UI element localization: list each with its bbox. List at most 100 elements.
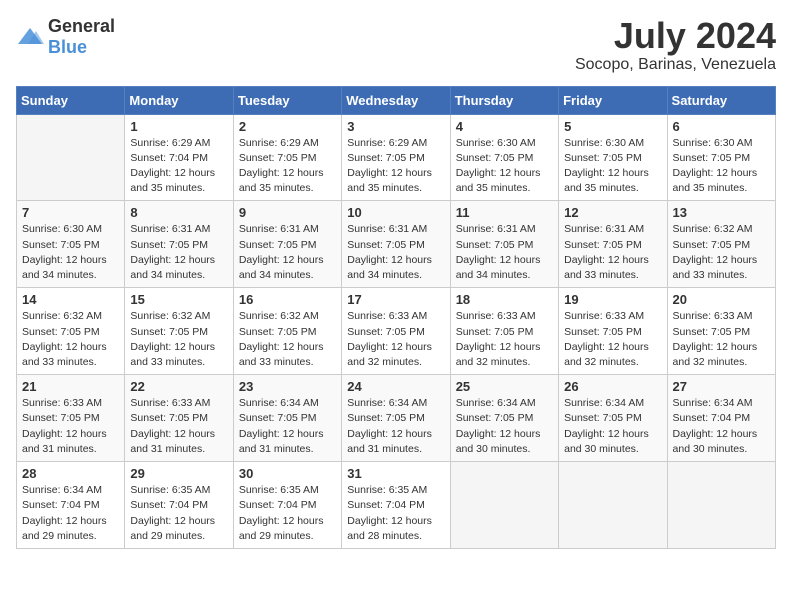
day-info: Sunrise: 6:34 AM Sunset: 7:05 PM Dayligh… (564, 396, 661, 457)
day-info: Sunrise: 6:31 AM Sunset: 7:05 PM Dayligh… (239, 222, 336, 283)
calendar-cell: 2 Sunrise: 6:29 AM Sunset: 7:05 PM Daylig… (233, 114, 341, 201)
day-info: Sunrise: 6:31 AM Sunset: 7:05 PM Dayligh… (564, 222, 661, 283)
calendar-cell (559, 462, 667, 549)
calendar-cell: 7 Sunrise: 6:30 AM Sunset: 7:05 PM Daylig… (17, 201, 125, 288)
calendar-cell: 16Sunrise: 6:32 AM Sunset: 7:05 PM Dayli… (233, 288, 341, 375)
day-info: Sunrise: 6:32 AM Sunset: 7:05 PM Dayligh… (673, 222, 770, 283)
calendar-week-row: 7 Sunrise: 6:30 AM Sunset: 7:05 PM Daylig… (17, 201, 776, 288)
day-info: Sunrise: 6:32 AM Sunset: 7:05 PM Dayligh… (239, 309, 336, 370)
day-number: 12 (564, 205, 661, 220)
month-year: July 2024 (575, 16, 776, 56)
calendar-cell: 15 Sunrise: 6:32 AM Sunset: 7:05 PM Dayli… (125, 288, 233, 375)
day-info: Sunrise: 6:33 AM Sunset: 7:05 PM Dayligh… (673, 309, 770, 370)
calendar-cell: 21 Sunrise: 6:33 AM Sunset: 7:05 PM Dayli… (17, 375, 125, 462)
calendar-week-row: 21 Sunrise: 6:33 AM Sunset: 7:05 PM Dayli… (17, 375, 776, 462)
calendar-cell: 3 Sunrise: 6:29 AM Sunset: 7:05 PM Daylig… (342, 114, 450, 201)
day-number: 13 (673, 205, 770, 220)
day-number: 6 (673, 119, 770, 134)
day-info: Sunrise: 6:32 AM Sunset: 7:05 PM Dayligh… (22, 309, 119, 370)
day-info: Sunrise: 6:31 AM Sunset: 7:05 PM Dayligh… (456, 222, 553, 283)
day-info: Sunrise: 6:35 AM Sunset: 7:04 PM Dayligh… (347, 483, 444, 544)
calendar-cell: 1 Sunrise: 6:29 AM Sunset: 7:04 PM Daylig… (125, 114, 233, 201)
day-number: 17 (347, 292, 444, 307)
day-info: Sunrise: 6:32 AM Sunset: 7:05 PM Dayligh… (130, 309, 227, 370)
title-block: July 2024 Socopo, Barinas, Venezuela (575, 16, 776, 74)
day-info: Sunrise: 6:34 AM Sunset: 7:05 PM Dayligh… (456, 396, 553, 457)
calendar-cell: 20 Sunrise: 6:33 AM Sunset: 7:05 PM Dayli… (667, 288, 775, 375)
day-number: 25 (456, 379, 553, 394)
calendar-cell: 18 Sunrise: 6:33 AM Sunset: 7:05 PM Dayli… (450, 288, 558, 375)
calendar-week-row: 28Sunrise: 6:34 AM Sunset: 7:04 PM Dayli… (17, 462, 776, 549)
day-number: 8 (130, 205, 227, 220)
calendar-cell: 23Sunrise: 6:34 AM Sunset: 7:05 PM Dayli… (233, 375, 341, 462)
day-number: 26 (564, 379, 661, 394)
calendar-cell: 29 Sunrise: 6:35 AM Sunset: 7:04 PM Dayli… (125, 462, 233, 549)
calendar-cell: 14Sunrise: 6:32 AM Sunset: 7:05 PM Dayli… (17, 288, 125, 375)
day-info: Sunrise: 6:30 AM Sunset: 7:05 PM Dayligh… (22, 222, 119, 283)
day-number: 31 (347, 466, 444, 481)
weekday-header: Monday (125, 86, 233, 114)
day-number: 22 (130, 379, 227, 394)
day-number: 5 (564, 119, 661, 134)
calendar-cell: 27 Sunrise: 6:34 AM Sunset: 7:04 PM Dayli… (667, 375, 775, 462)
calendar-week-row: 14Sunrise: 6:32 AM Sunset: 7:05 PM Dayli… (17, 288, 776, 375)
calendar-cell: 8 Sunrise: 6:31 AM Sunset: 7:05 PM Daylig… (125, 201, 233, 288)
weekday-header: Friday (559, 86, 667, 114)
day-info: Sunrise: 6:29 AM Sunset: 7:05 PM Dayligh… (347, 136, 444, 197)
calendar-cell: 30 Sunrise: 6:35 AM Sunset: 7:04 PM Dayli… (233, 462, 341, 549)
logo: General Blue (16, 16, 115, 58)
calendar-cell: 22 Sunrise: 6:33 AM Sunset: 7:05 PM Dayli… (125, 375, 233, 462)
day-info: Sunrise: 6:29 AM Sunset: 7:04 PM Dayligh… (130, 136, 227, 197)
day-info: Sunrise: 6:31 AM Sunset: 7:05 PM Dayligh… (130, 222, 227, 283)
day-number: 20 (673, 292, 770, 307)
day-info: Sunrise: 6:35 AM Sunset: 7:04 PM Dayligh… (130, 483, 227, 544)
day-info: Sunrise: 6:31 AM Sunset: 7:05 PM Dayligh… (347, 222, 444, 283)
calendar-cell: 31 Sunrise: 6:35 AM Sunset: 7:04 PM Dayli… (342, 462, 450, 549)
day-info: Sunrise: 6:30 AM Sunset: 7:05 PM Dayligh… (456, 136, 553, 197)
day-number: 1 (130, 119, 227, 134)
day-number: 30 (239, 466, 336, 481)
calendar-cell: 11 Sunrise: 6:31 AM Sunset: 7:05 PM Dayli… (450, 201, 558, 288)
page-header: General Blue July 2024 Socopo, Barinas, … (16, 16, 776, 74)
calendar-cell: 12 Sunrise: 6:31 AM Sunset: 7:05 PM Dayli… (559, 201, 667, 288)
day-number: 24 (347, 379, 444, 394)
day-info: Sunrise: 6:29 AM Sunset: 7:05 PM Dayligh… (239, 136, 336, 197)
calendar-cell: 6Sunrise: 6:30 AM Sunset: 7:05 PM Daylig… (667, 114, 775, 201)
day-number: 3 (347, 119, 444, 134)
day-info: Sunrise: 6:33 AM Sunset: 7:05 PM Dayligh… (130, 396, 227, 457)
calendar-cell: 28Sunrise: 6:34 AM Sunset: 7:04 PM Dayli… (17, 462, 125, 549)
day-info: Sunrise: 6:34 AM Sunset: 7:05 PM Dayligh… (239, 396, 336, 457)
weekday-header: Sunday (17, 86, 125, 114)
logo-text: General Blue (48, 16, 115, 58)
logo-blue: Blue (48, 37, 87, 57)
day-info: Sunrise: 6:34 AM Sunset: 7:04 PM Dayligh… (22, 483, 119, 544)
logo-icon (16, 26, 44, 48)
day-number: 10 (347, 205, 444, 220)
day-number: 11 (456, 205, 553, 220)
calendar-cell: 9 Sunrise: 6:31 AM Sunset: 7:05 PM Daylig… (233, 201, 341, 288)
day-info: Sunrise: 6:34 AM Sunset: 7:04 PM Dayligh… (673, 396, 770, 457)
day-number: 9 (239, 205, 336, 220)
calendar-cell (450, 462, 558, 549)
weekday-header: Saturday (667, 86, 775, 114)
calendar-cell: 24Sunrise: 6:34 AM Sunset: 7:05 PM Dayli… (342, 375, 450, 462)
day-number: 7 (22, 205, 119, 220)
calendar-cell: 4Sunrise: 6:30 AM Sunset: 7:05 PM Daylig… (450, 114, 558, 201)
day-info: Sunrise: 6:33 AM Sunset: 7:05 PM Dayligh… (456, 309, 553, 370)
calendar-table: SundayMondayTuesdayWednesdayThursdayFrid… (16, 86, 776, 549)
day-info: Sunrise: 6:30 AM Sunset: 7:05 PM Dayligh… (564, 136, 661, 197)
day-number: 29 (130, 466, 227, 481)
day-info: Sunrise: 6:33 AM Sunset: 7:05 PM Dayligh… (564, 309, 661, 370)
weekday-header: Thursday (450, 86, 558, 114)
weekday-header: Wednesday (342, 86, 450, 114)
day-info: Sunrise: 6:33 AM Sunset: 7:05 PM Dayligh… (22, 396, 119, 457)
day-number: 21 (22, 379, 119, 394)
day-number: 2 (239, 119, 336, 134)
day-number: 18 (456, 292, 553, 307)
day-number: 15 (130, 292, 227, 307)
calendar-cell: 25 Sunrise: 6:34 AM Sunset: 7:05 PM Dayli… (450, 375, 558, 462)
calendar-cell: 17Sunrise: 6:33 AM Sunset: 7:05 PM Dayli… (342, 288, 450, 375)
day-info: Sunrise: 6:35 AM Sunset: 7:04 PM Dayligh… (239, 483, 336, 544)
logo-general: General (48, 16, 115, 36)
day-number: 27 (673, 379, 770, 394)
